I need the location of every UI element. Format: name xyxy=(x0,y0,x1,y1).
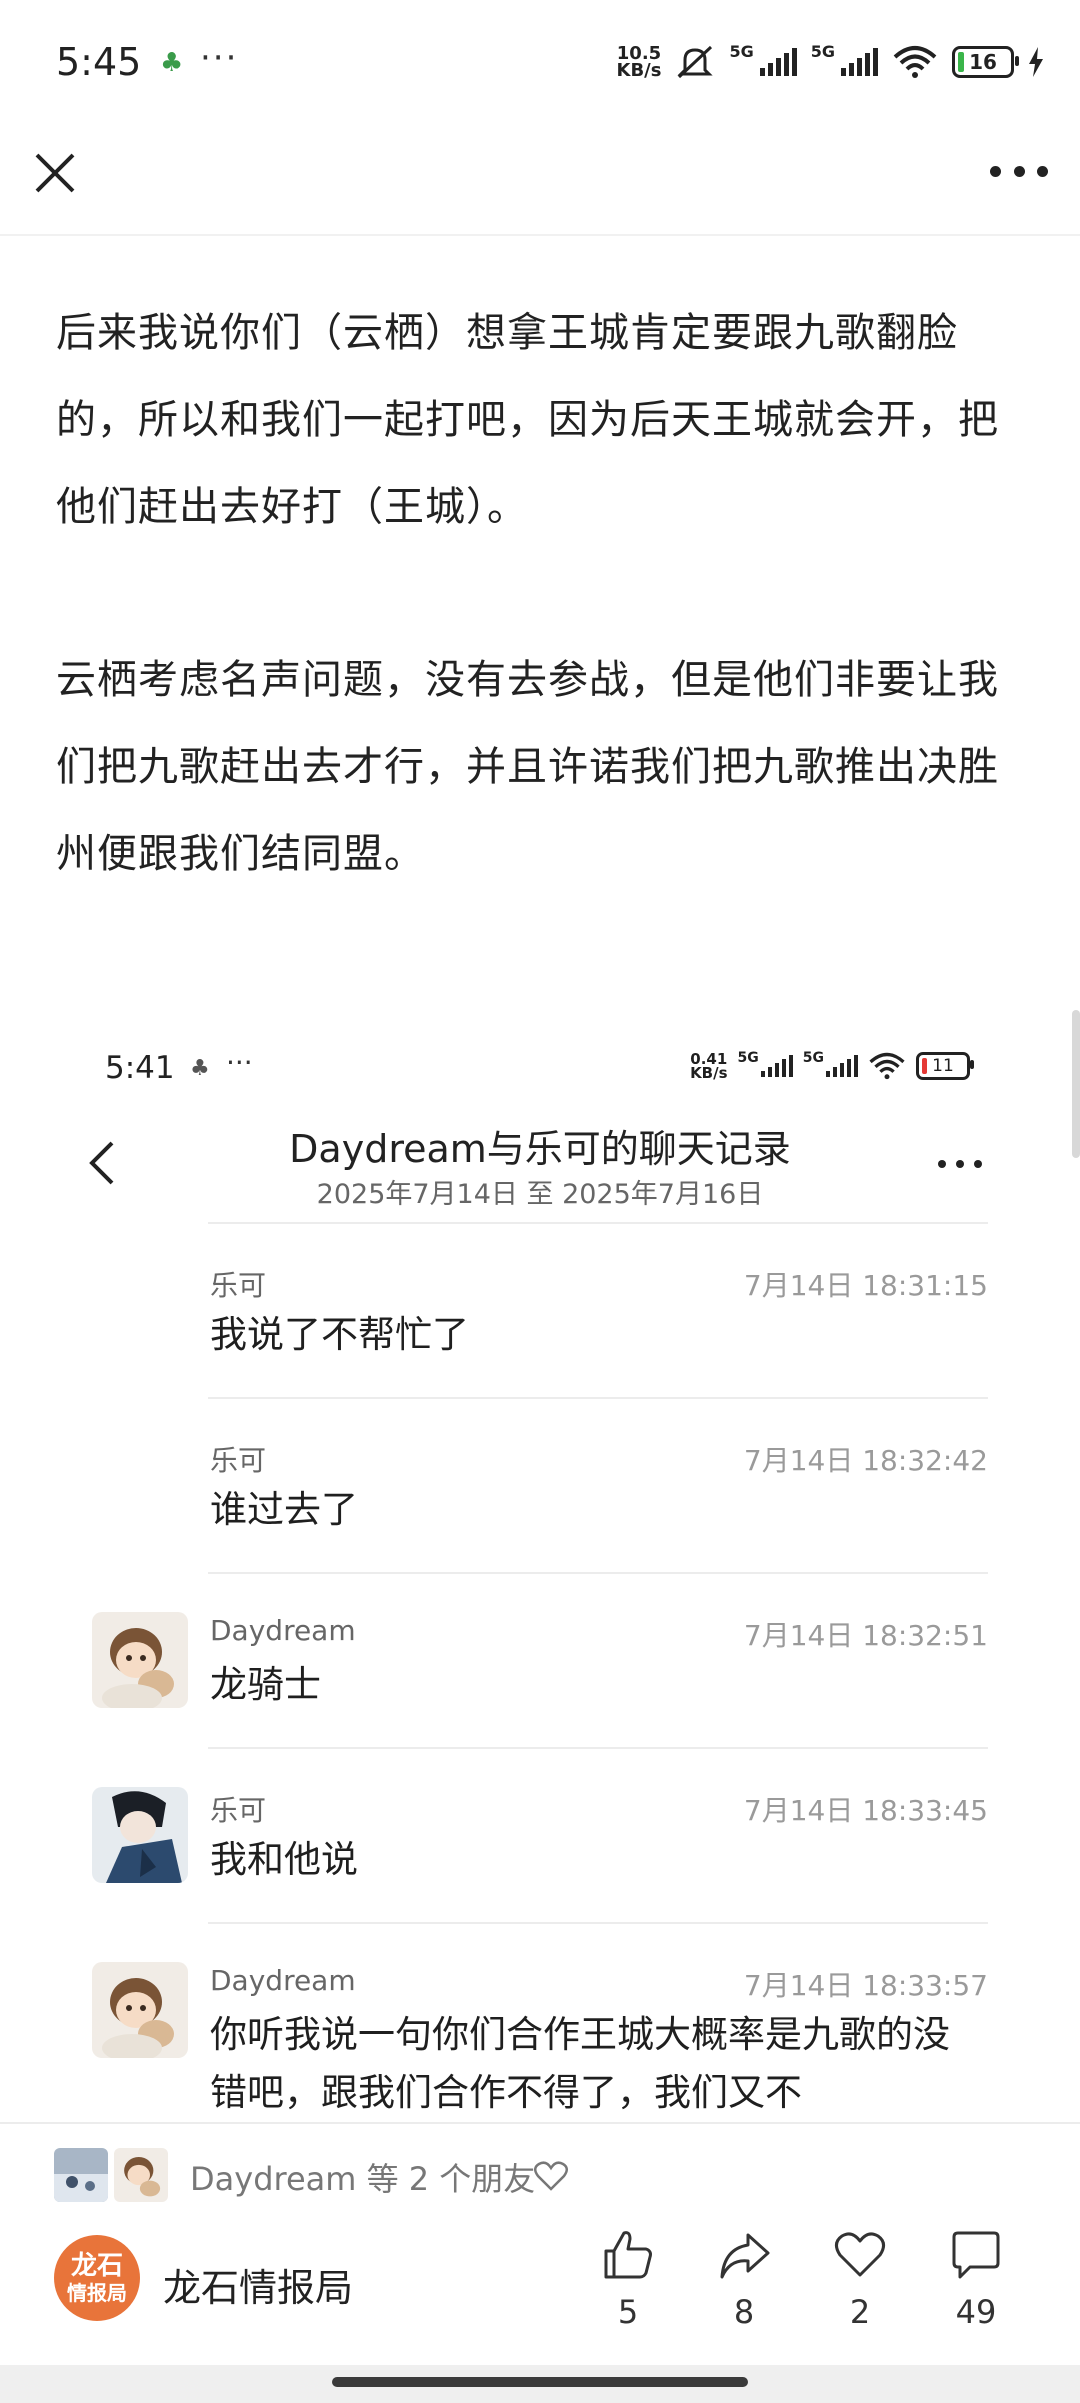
share-button[interactable]: 8 xyxy=(704,2227,784,2331)
screenshot-network-speed: 0.41 KB/s xyxy=(690,1052,728,1082)
message-time: 7月14日 18:32:51 xyxy=(743,1619,988,1652)
author-action-bar: 龙石 情报局 龙石情报局 5 8 2 49 xyxy=(0,2227,1080,2365)
scrollbar-thumb[interactable] xyxy=(1072,1010,1080,1158)
message-time: 7月14日 18:32:42 xyxy=(743,1444,988,1477)
divider xyxy=(208,1922,988,1924)
heart-outline-icon xyxy=(534,2161,568,2191)
status-time: 5:45 xyxy=(56,40,142,84)
network-speed: 10.5 KB/s xyxy=(616,45,662,81)
chat-message: 乐可 7月14日 18:31:15 我说了不帮忙了 xyxy=(0,1222,1080,1397)
message-time: 7月14日 18:33:45 xyxy=(743,1794,988,1827)
signal-icon-2 xyxy=(841,48,878,76)
app-notification-icon: ♣ xyxy=(160,48,184,78)
embedded-chat-screenshot[interactable]: 5:41 ♣ ··· 0.41 KB/s 5G 5G 11 Daydream与乐… xyxy=(0,1000,1080,2122)
article-paragraph-1: 后来我说你们（云栖）想拿王城肯定要跟九歌翻脸的，所以和我们一起打吧，因为后天王城… xyxy=(56,310,999,530)
author-logo-text-2: 情报局 xyxy=(67,2281,127,2305)
message-text: 我和他说 xyxy=(210,1838,358,1881)
screenshot-more-indicator: ··· xyxy=(226,1046,253,1079)
screenshot-sim1-label: 5G xyxy=(737,1050,759,1066)
charging-bolt-icon xyxy=(1029,47,1043,77)
chat-title: Daydream与乐可的聊天记录 xyxy=(289,1127,791,1171)
screenshot-status-icons: 0.41 KB/s 5G 5G 11 xyxy=(690,1050,974,1082)
message-sender: Daydream xyxy=(210,1964,356,1997)
chat-message: Daydream 7月14日 18:33:57 你听我说一句你们合作王城大概率是… xyxy=(0,1922,1080,2122)
message-time: 7月14日 18:33:57 xyxy=(743,1969,988,2002)
message-sender: 乐可 xyxy=(210,1269,267,1302)
divider xyxy=(208,1747,988,1749)
author-name[interactable]: 龙石情报局 xyxy=(163,2257,353,2312)
status-bar: 5:45 ♣ ··· 10.5 KB/s 5G 5G 16 xyxy=(0,0,1080,130)
message-sender: 乐可 xyxy=(210,1794,267,1827)
heart-icon xyxy=(835,2232,885,2277)
friends-liked-text: Daydream 等 2 个朋友 xyxy=(190,2160,536,2198)
message-time: 7月14日 18:31:15 xyxy=(743,1269,988,1302)
message-text: 谁过去了 xyxy=(210,1488,358,1531)
article-paragraph-2: 云栖考虑名声问题，没有去参战，但是他们非要让我们把九歌赶出去才行，并且许诺我们把… xyxy=(56,657,999,877)
share-count: 8 xyxy=(733,2293,755,2331)
signal-icon-1 xyxy=(759,48,797,76)
message-sender: 乐可 xyxy=(210,1444,267,1477)
chat-date-range: 2025年7月14日 至 2025年7月16日 xyxy=(316,1179,764,1210)
daydream-avatar xyxy=(92,1962,188,2058)
top-nav xyxy=(0,130,1080,236)
thumbs-up-icon xyxy=(604,2231,652,2279)
screenshot-signal-icon-2 xyxy=(826,1055,858,1077)
share-icon xyxy=(720,2233,770,2279)
friend-avatar xyxy=(54,2148,108,2202)
friends-liked-row[interactable]: Daydream 等 2 个朋友 xyxy=(0,2122,1080,2229)
screenshot-battery-icon: 11 xyxy=(916,1052,974,1080)
more-icon[interactable] xyxy=(990,166,1048,180)
message-sender: Daydream xyxy=(210,1614,356,1647)
chat-more-icon[interactable] xyxy=(938,1160,982,1170)
screenshot-network-speed-unit: KB/s xyxy=(690,1064,728,1082)
mute-bell-icon xyxy=(677,45,714,79)
like-button[interactable]: 5 xyxy=(588,2227,668,2331)
status-more-indicator: ··· xyxy=(200,38,239,78)
author-avatar[interactable]: 龙石 情报局 xyxy=(54,2235,140,2321)
friend-avatar xyxy=(114,2148,168,2202)
sim1-label: 5G xyxy=(729,42,754,61)
screenshot-status-time: 5:41 xyxy=(105,1050,175,1086)
chat-message: 乐可 7月14日 18:32:42 谁过去了 xyxy=(0,1397,1080,1572)
comment-icon xyxy=(952,2231,1000,2279)
screenshot-app-icon: ♣ xyxy=(190,1056,210,1081)
screenshot-battery-level: 11 xyxy=(932,1056,954,1076)
daydream-avatar xyxy=(92,1612,188,1708)
chat-message: 乐可 7月14日 18:33:45 我和他说 xyxy=(0,1747,1080,1922)
status-icons: 10.5 KB/s 5G 5G 16 xyxy=(617,42,1045,82)
wifi-icon xyxy=(893,46,937,78)
comment-count: 49 xyxy=(955,2293,997,2331)
message-text: 你听我说一句你们合作王城大概率是九歌的没错吧，跟我们合作不得了，我们又不 xyxy=(210,2013,950,2114)
network-speed-unit: KB/s xyxy=(616,60,662,81)
divider xyxy=(208,1397,988,1399)
close-icon[interactable] xyxy=(30,148,80,198)
author-logo-text-1: 龙石 xyxy=(70,2251,123,2281)
screenshot-signal-icon-1 xyxy=(760,1055,793,1077)
chat-message: Daydream 7月14日 18:32:51 龙骑士 xyxy=(0,1572,1080,1747)
comment-button[interactable]: 49 xyxy=(936,2227,1016,2331)
like-count: 5 xyxy=(617,2293,639,2331)
screenshot-wifi-icon xyxy=(869,1052,905,1080)
battery-level: 16 xyxy=(969,50,997,74)
favorite-button[interactable]: 2 xyxy=(820,2227,900,2331)
home-indicator[interactable] xyxy=(332,2377,748,2387)
favorite-count: 2 xyxy=(849,2293,871,2331)
leke-avatar xyxy=(92,1787,188,1883)
divider xyxy=(208,1572,988,1574)
sim2-label: 5G xyxy=(810,42,835,61)
battery-icon: 16 xyxy=(952,46,1019,78)
screenshot-sim2-label: 5G xyxy=(802,1050,824,1066)
message-text: 我说了不帮忙了 xyxy=(210,1313,469,1356)
divider xyxy=(208,1222,988,1224)
message-text: 龙骑士 xyxy=(210,1663,321,1706)
